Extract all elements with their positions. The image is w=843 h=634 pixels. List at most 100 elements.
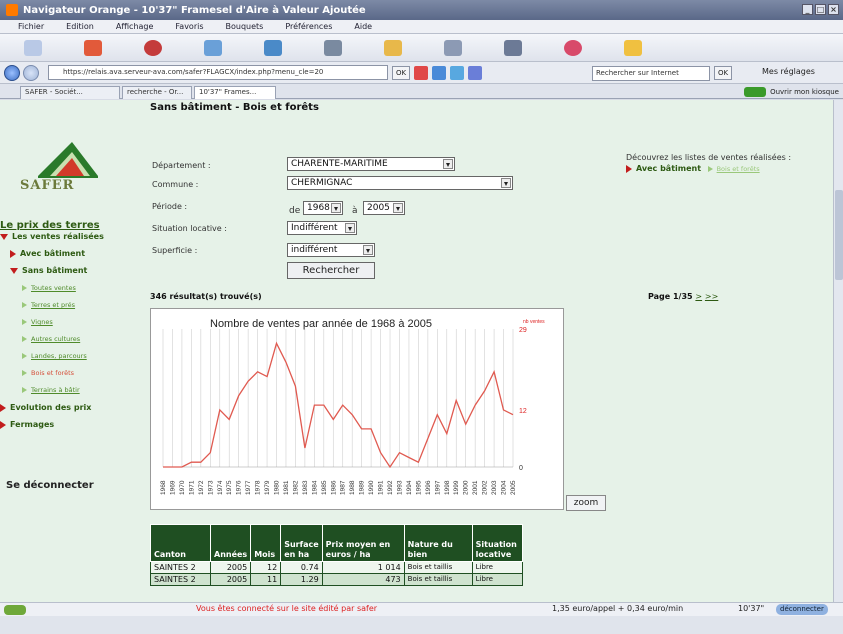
- toolbar: [0, 34, 843, 62]
- kiosque-button[interactable]: Ouvrir mon kiosque: [744, 86, 839, 98]
- minimize-icon[interactable]: _: [802, 4, 813, 15]
- url-field[interactable]: https://relais.ava.serveur-ava.com/safer…: [48, 65, 388, 80]
- sidebar-sub-autres-label: Autres cultures: [31, 335, 81, 343]
- apple-icon[interactable]: [144, 39, 162, 56]
- col-surface[interactable]: Surface en ha: [280, 524, 323, 562]
- people-icon[interactable]: [204, 39, 222, 56]
- tools-icon[interactable]: [504, 39, 522, 56]
- departement-label: Département :: [152, 161, 211, 170]
- col-annees[interactable]: Années: [209, 524, 252, 562]
- chart-xtick-label: 1973: [207, 480, 214, 495]
- plane-icon[interactable]: [444, 39, 462, 56]
- menu-affichage[interactable]: Affichage: [116, 22, 154, 31]
- sidebar-sub-autres[interactable]: Autres cultures: [22, 335, 80, 343]
- col-situation[interactable]: Situation locative: [471, 524, 523, 562]
- col-mois[interactable]: Mois: [250, 524, 282, 562]
- superficie-select[interactable]: indifférent: [287, 243, 375, 257]
- media-icon[interactable]: [564, 39, 582, 56]
- search-go-button[interactable]: OK: [714, 66, 733, 80]
- sidebar-sub-vignes[interactable]: Vignes: [22, 318, 53, 326]
- menu-aide[interactable]: Aide: [354, 22, 372, 31]
- chart-xtick-label: 1990: [368, 480, 375, 495]
- discover-block: Découvrez les listes de ventes réalisées…: [626, 153, 826, 173]
- sidebar-item-ventes[interactable]: Les ventes réalisées: [0, 232, 104, 241]
- search-button[interactable]: Rechercher: [287, 262, 375, 279]
- year-to-select[interactable]: 2005: [363, 201, 405, 215]
- departement-value: CHARENTE-MARITIME: [291, 159, 388, 169]
- close-icon[interactable]: ×: [828, 4, 839, 15]
- logout-link[interactable]: Se déconnecter: [6, 480, 94, 491]
- forward-icon[interactable]: [23, 64, 39, 81]
- sidebar-sub-landes[interactable]: Landes, parcours: [22, 352, 87, 360]
- sidebar-sub-terres[interactable]: Terres et prés: [22, 301, 75, 309]
- next-page-link[interactable]: >: [695, 292, 702, 301]
- chevron-down-icon: [501, 178, 511, 188]
- vertical-scrollbar[interactable]: [833, 100, 843, 602]
- chart-xtick-label: 2003: [491, 480, 498, 495]
- menu-bouquets[interactable]: Bouquets: [226, 22, 264, 31]
- chevron-down-icon: [393, 203, 403, 213]
- tab-recherche[interactable]: recherche - Or...: [122, 86, 192, 99]
- cell-canton: SAINTES 2: [150, 561, 211, 574]
- sidebar-sub-toutes[interactable]: Toutes ventes: [22, 284, 76, 292]
- discover-avec-link[interactable]: Avec bâtiment: [636, 164, 701, 173]
- situation-select[interactable]: Indifférent: [287, 221, 357, 235]
- sidebar-item-sans[interactable]: Sans bâtiment: [10, 266, 87, 275]
- kiosque-icon: [744, 87, 767, 97]
- cell-nature: Bois et taillis: [403, 561, 473, 574]
- disconnect-button[interactable]: déconnecter: [776, 604, 828, 615]
- tab-bar: SAFER - Sociét... recherche - Or... 10'3…: [0, 84, 843, 99]
- col-nature[interactable]: Nature du bien: [403, 524, 473, 562]
- zoom-button[interactable]: zoom: [566, 495, 606, 511]
- sidebar-item-avec[interactable]: Avec bâtiment: [10, 249, 85, 258]
- refresh-icon[interactable]: [432, 65, 447, 80]
- departement-select[interactable]: CHARENTE-MARITIME: [287, 157, 455, 171]
- commune-select[interactable]: CHERMIGNAC: [287, 176, 513, 190]
- print-icon[interactable]: [468, 65, 483, 80]
- year-from-select[interactable]: 1968: [303, 201, 343, 215]
- chart-xtick-label: 1989: [359, 480, 366, 495]
- tab-safer[interactable]: SAFER - Sociét...: [20, 86, 120, 99]
- table-row[interactable]: SAINTES 2 2005 12 0.74 1 014 Bois et tai…: [150, 561, 523, 574]
- discover-current-link[interactable]: Bois et forêts: [717, 165, 760, 173]
- maximize-icon[interactable]: □: [815, 4, 826, 15]
- menu-edition[interactable]: Edition: [66, 22, 94, 31]
- menu-favoris[interactable]: Favoris: [175, 22, 203, 31]
- chat-icon[interactable]: [264, 39, 282, 56]
- periode-label: Période :: [152, 202, 188, 211]
- house-icon[interactable]: [624, 39, 642, 56]
- table-row[interactable]: SAINTES 2 2005 11 1.29 473 Bois et taill…: [150, 573, 523, 586]
- settings-link[interactable]: Mes réglages: [762, 67, 815, 76]
- triangle-right-icon: [0, 403, 6, 412]
- chart-xtick-label: 1994: [406, 480, 413, 495]
- menu-fichier[interactable]: Fichier: [18, 22, 44, 31]
- sidebar-sub-terrains[interactable]: Terrains à bâtir: [22, 386, 80, 394]
- sidebar-title[interactable]: Le prix des terres: [0, 220, 100, 231]
- sidebar-item-evolution[interactable]: Evolution des prix: [0, 403, 91, 412]
- situation-label: Situation locative :: [152, 224, 227, 233]
- chart-xtick-label: 1984: [311, 480, 318, 495]
- last-page-link[interactable]: >>: [705, 292, 718, 301]
- home-icon[interactable]: [84, 39, 102, 56]
- chart-xtick-label: 1974: [217, 480, 224, 495]
- stop-icon[interactable]: [414, 65, 429, 80]
- chart-xtick-label: 1997: [434, 480, 441, 495]
- mail-icon[interactable]: [24, 39, 42, 56]
- sidebar-item-fermages[interactable]: Fermages: [0, 420, 54, 429]
- shop-icon[interactable]: [384, 39, 402, 56]
- chart-xtick-label: 1988: [349, 480, 356, 495]
- menu-preferences[interactable]: Préférences: [285, 22, 332, 31]
- home-nav-icon[interactable]: [450, 65, 465, 80]
- col-canton[interactable]: Canton: [150, 524, 211, 562]
- chart-xtick-label: 1998: [444, 480, 451, 495]
- scrollbar-thumb[interactable]: [835, 190, 843, 280]
- results-table: Canton Années Mois Surface en ha Prix mo…: [150, 524, 523, 586]
- sidebar-item-ventes-label: Les ventes réalisées: [12, 232, 104, 241]
- tab-framesel[interactable]: 10'37" Frames...: [194, 86, 276, 99]
- go-button[interactable]: OK: [392, 65, 411, 80]
- search-input[interactable]: Rechercher sur Internet: [592, 66, 710, 81]
- back-icon[interactable]: [4, 64, 20, 81]
- col-prix[interactable]: Prix moyen en euros / ha: [321, 524, 405, 562]
- phone-icon[interactable]: [324, 39, 342, 56]
- sidebar-sub-bois[interactable]: Bois et forêts: [22, 369, 74, 377]
